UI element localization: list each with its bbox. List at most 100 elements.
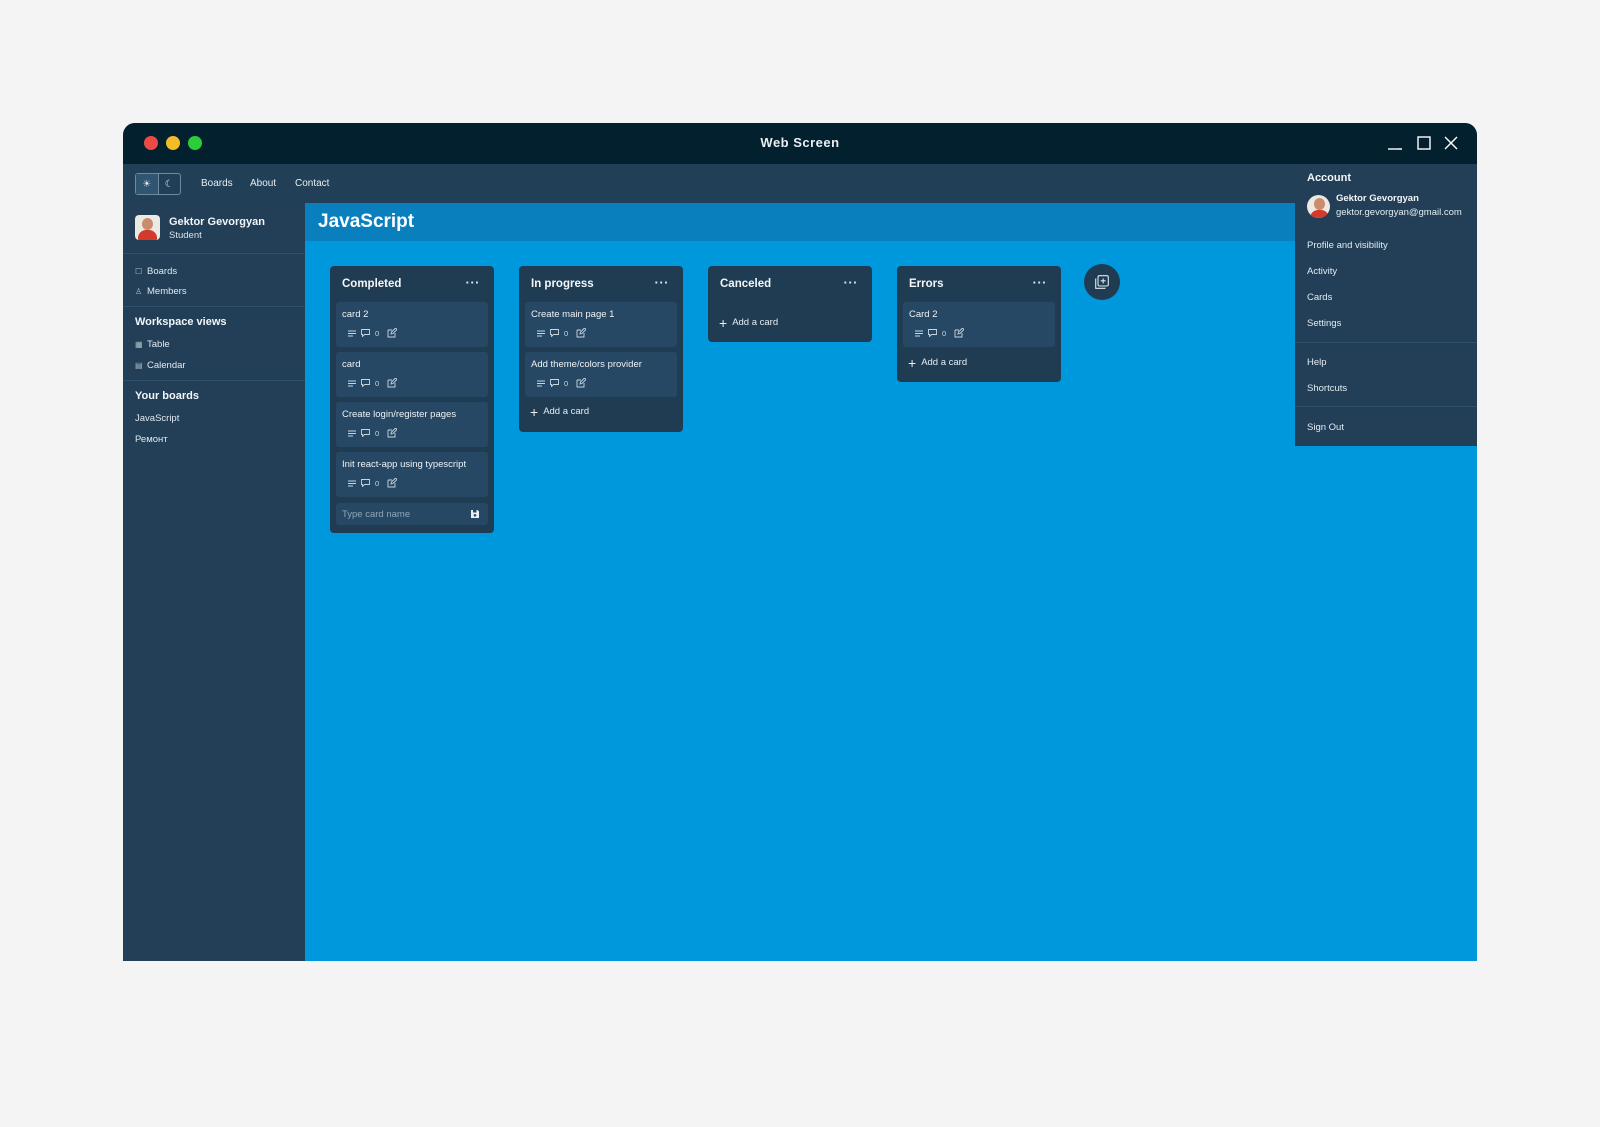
sidebar-item-label: Members bbox=[147, 286, 187, 297]
sun-icon[interactable]: ☀ bbox=[136, 174, 159, 194]
nav-link-about[interactable]: About bbox=[250, 178, 276, 189]
comment-icon bbox=[928, 329, 937, 337]
add-card-button[interactable]: + Add a card bbox=[530, 403, 589, 420]
board-title[interactable]: JavaScript bbox=[318, 211, 414, 233]
board-icon: ☐ bbox=[135, 267, 143, 276]
maximize-icon[interactable] bbox=[1414, 133, 1434, 153]
card[interactable]: card 0 bbox=[336, 352, 488, 397]
comment-count: 0 bbox=[375, 328, 380, 338]
user-name: Gektor Gevorgyan bbox=[169, 216, 265, 228]
divider bbox=[1295, 342, 1477, 343]
comment-icon bbox=[361, 479, 370, 487]
minimize-icon[interactable] bbox=[1385, 133, 1405, 153]
account-user: Gektor Gevorgyan gektor.gevorgyan@gmail.… bbox=[1307, 192, 1462, 220]
nav-link-boards[interactable]: Boards bbox=[201, 178, 233, 189]
theme-toggle[interactable]: ☀ ☾ bbox=[135, 173, 181, 195]
more-icon[interactable]: ··· bbox=[466, 275, 481, 290]
menu-item-cards[interactable]: Cards bbox=[1307, 292, 1332, 303]
card[interactable]: Card 2 0 bbox=[903, 302, 1055, 347]
card[interactable]: Create main page 1 0 bbox=[525, 302, 677, 347]
card-title: card 2 bbox=[342, 309, 369, 320]
edit-icon[interactable] bbox=[954, 328, 965, 338]
plus-icon: + bbox=[719, 314, 728, 331]
card-name-input[interactable] bbox=[336, 503, 488, 525]
menu-item-help[interactable]: Help bbox=[1307, 357, 1327, 368]
window-titlebar: Web Screen bbox=[123, 123, 1477, 164]
account-heading: Account bbox=[1307, 172, 1351, 184]
sidebar-item-table[interactable]: ▦ Table bbox=[135, 339, 170, 350]
list-title[interactable]: In progress bbox=[531, 278, 594, 290]
comment-count: 0 bbox=[375, 478, 380, 488]
menu-item-settings[interactable]: Settings bbox=[1307, 318, 1341, 329]
card[interactable]: Add theme/colors provider 0 bbox=[525, 352, 677, 397]
sidebar-item-boards[interactable]: ☐ Boards bbox=[135, 266, 177, 277]
divider bbox=[1295, 406, 1477, 407]
list-title[interactable]: Completed bbox=[342, 278, 401, 290]
menu-item-activity[interactable]: Activity bbox=[1307, 266, 1337, 277]
card[interactable]: card 2 0 bbox=[336, 302, 488, 347]
description-icon bbox=[537, 330, 545, 336]
sidebar-board-javascript[interactable]: JavaScript bbox=[135, 413, 179, 424]
card-title: Card 2 bbox=[909, 309, 938, 320]
description-icon bbox=[348, 330, 356, 336]
sidebar: Gektor Gevorgyan Student ☐ Boards ♙ Memb… bbox=[123, 203, 305, 961]
edit-icon[interactable] bbox=[387, 428, 398, 438]
sidebar-item-members[interactable]: ♙ Members bbox=[135, 286, 187, 297]
comment-icon bbox=[550, 379, 559, 387]
list-title[interactable]: Canceled bbox=[720, 278, 771, 290]
list-title[interactable]: Errors bbox=[909, 278, 944, 290]
more-icon[interactable]: ··· bbox=[844, 275, 859, 290]
close-icon[interactable] bbox=[1441, 133, 1461, 153]
comment-icon bbox=[550, 329, 559, 337]
comment-count: 0 bbox=[375, 378, 380, 388]
comment-icon bbox=[361, 329, 370, 337]
edit-icon[interactable] bbox=[576, 378, 587, 388]
add-card-button[interactable]: + Add a card bbox=[719, 314, 778, 331]
divider bbox=[123, 306, 305, 307]
description-icon bbox=[348, 430, 356, 436]
card-meta: 0 bbox=[915, 328, 965, 338]
person-icon: ♙ bbox=[135, 287, 143, 296]
comment-icon bbox=[361, 379, 370, 387]
card[interactable]: Init react-app using typescript 0 bbox=[336, 452, 488, 497]
description-icon bbox=[348, 380, 356, 386]
list-completed: Completed ··· card 2 0 card 0 Create log… bbox=[330, 266, 494, 533]
user-role: Student bbox=[169, 230, 202, 241]
sidebar-item-calendar[interactable]: ▤ Calendar bbox=[135, 360, 186, 371]
card-title: Add theme/colors provider bbox=[531, 359, 642, 370]
card-meta: 0 bbox=[348, 328, 398, 338]
card-meta: 0 bbox=[348, 478, 398, 488]
card[interactable]: Create login/register pages 0 bbox=[336, 402, 488, 447]
avatar bbox=[135, 215, 160, 240]
calendar-icon: ▤ bbox=[135, 361, 143, 370]
description-icon bbox=[537, 380, 545, 386]
sidebar-item-label: Table bbox=[147, 339, 170, 350]
description-icon bbox=[348, 480, 356, 486]
app-window: Web Screen ☀ ☾ Boards About Contact Gekt… bbox=[123, 123, 1477, 961]
your-boards-heading: Your boards bbox=[135, 390, 199, 402]
account-email: gektor.gevorgyan@gmail.com bbox=[1336, 207, 1462, 218]
add-list-button[interactable] bbox=[1084, 264, 1120, 300]
plus-icon: + bbox=[530, 403, 539, 420]
edit-icon[interactable] bbox=[576, 328, 587, 338]
card-meta: 0 bbox=[348, 428, 398, 438]
moon-icon[interactable]: ☾ bbox=[159, 174, 181, 194]
edit-icon[interactable] bbox=[387, 478, 398, 488]
account-name: Gektor Gevorgyan bbox=[1336, 193, 1419, 204]
sidebar-board-remont[interactable]: Ремонт bbox=[135, 434, 168, 445]
menu-item-profile[interactable]: Profile and visibility bbox=[1307, 240, 1388, 251]
sidebar-user[interactable]: Gektor Gevorgyan Student bbox=[135, 215, 265, 243]
edit-icon[interactable] bbox=[387, 328, 398, 338]
account-menu: Account Gektor Gevorgyan gektor.gevorgya… bbox=[1295, 164, 1477, 446]
card-meta: 0 bbox=[537, 378, 587, 388]
comment-count: 0 bbox=[564, 378, 569, 388]
edit-icon[interactable] bbox=[387, 378, 398, 388]
nav-link-contact[interactable]: Contact bbox=[295, 178, 329, 189]
add-card-button[interactable]: + Add a card bbox=[908, 356, 967, 370]
more-icon[interactable]: ··· bbox=[1033, 275, 1048, 290]
card-title: Create main page 1 bbox=[531, 309, 615, 320]
more-icon[interactable]: ··· bbox=[655, 275, 670, 290]
save-icon[interactable] bbox=[470, 509, 480, 519]
menu-item-shortcuts[interactable]: Shortcuts bbox=[1307, 383, 1347, 394]
sign-out-button[interactable]: Sign Out bbox=[1307, 422, 1344, 433]
